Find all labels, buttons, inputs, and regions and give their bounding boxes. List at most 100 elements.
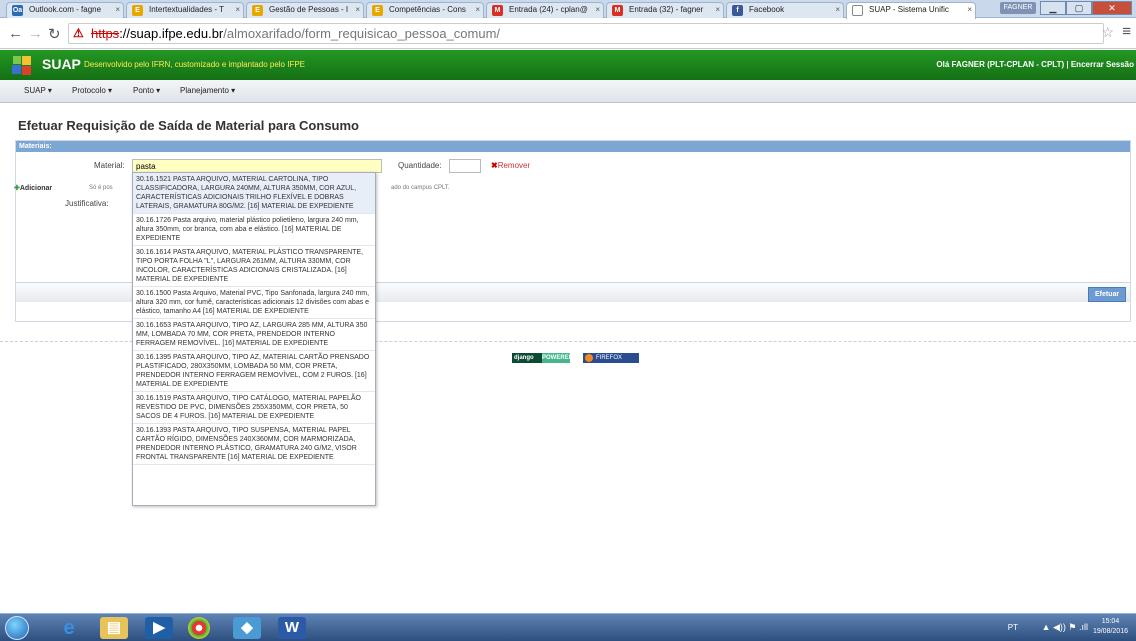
autocomplete-item[interactable]: 30.16.1395 PASTA ARQUIVO, TIPO AZ, MATER…	[133, 351, 375, 392]
app-tagline: Desenvolvido pelo IFRN, customizado e im…	[84, 60, 305, 69]
firefox-badge-text: FIREFOX	[596, 355, 623, 361]
tab-label: Facebook	[749, 5, 785, 14]
django-powered-badge[interactable]: django POWERED	[512, 353, 574, 363]
nav-item-protocolo[interactable]: Protocolo ▾	[72, 86, 112, 95]
add-hint-start: Só é pos	[89, 185, 113, 191]
tab-close-icon[interactable]: ×	[595, 3, 600, 17]
nav-item-ponto[interactable]: Ponto ▾	[133, 86, 160, 95]
url-host: ://suap.ifpe.edu.br	[119, 26, 224, 41]
nav-item-planejamento[interactable]: Planejamento ▾	[180, 86, 235, 95]
tray-icons[interactable]: ▲ ◀)) ⚑ .ıll	[1042, 622, 1088, 633]
suap-header: SUAP Desenvolvido pelo IFRN, customizado…	[0, 50, 1136, 80]
app-name[interactable]: SUAP	[42, 56, 81, 72]
url-path: /almoxarifado/form_requisicao_pessoa_com…	[223, 26, 501, 41]
tab-label: Entrada (32) - fagner	[629, 5, 704, 14]
tab-label: Intertextualidades - T	[149, 5, 225, 14]
django-badge-text: django	[514, 355, 534, 361]
browser-tab[interactable]: M Entrada (32) - fagner ×	[606, 2, 724, 18]
material-autocomplete-list: 30.16.1521 PASTA ARQUIVO, MATERIAL CARTO…	[132, 172, 376, 506]
chrome-icon[interactable]	[188, 617, 210, 639]
browser-tab[interactable]: E Intertextualidades - T ×	[126, 2, 244, 18]
firefox-icon	[585, 354, 593, 362]
material-label: Material:	[94, 161, 125, 170]
tab-close-icon[interactable]: ×	[715, 3, 720, 17]
autocomplete-item[interactable]: 30.16.1519 PASTA ARQUIVO, TIPO CATÁLOGO,…	[133, 392, 375, 424]
logout-link[interactable]: Encerrar Sessão	[1071, 60, 1134, 69]
tab-favicon-icon: E	[372, 5, 383, 16]
remove-x-icon: ✖	[491, 161, 498, 170]
forward-arrow-icon[interactable]: →	[28, 25, 43, 42]
tab-label: SUAP - Sistema Unific	[869, 5, 949, 14]
browser-tab[interactable]: f Facebook ×	[726, 2, 844, 18]
close-window-icon[interactable]: ✕	[1092, 1, 1132, 15]
browser-tab[interactable]: SUAP - Sistema Unific ×	[846, 2, 976, 19]
network-app-icon[interactable]: ◆	[233, 617, 261, 639]
tab-close-icon[interactable]: ×	[475, 3, 480, 17]
user-info: Olá FAGNER (PLT-CPLAN - CPLT) | Encerrar…	[936, 60, 1134, 69]
autocomplete-item[interactable]: 30.16.1393 PASTA ARQUIVO, TIPO SUSPENSA,…	[133, 424, 375, 465]
file-explorer-icon[interactable]: ▤	[100, 617, 128, 639]
tab-label: Gestão de Pessoas - I	[269, 5, 349, 14]
maximize-icon[interactable]: ▢	[1066, 1, 1092, 15]
browser-toolbar: ← → ↻ ⚠ https://suap.ifpe.edu.br/almoxar…	[0, 19, 1136, 49]
tab-label: Outlook.com - fagne	[29, 5, 102, 14]
browser-tab[interactable]: Oa Outlook.com - fagne ×	[6, 2, 124, 18]
autocomplete-item[interactable]: 30.16.1500 Pasta Arquivo, Material PVC, …	[133, 287, 375, 319]
insecure-lock-icon: ⚠	[73, 26, 84, 40]
browser-user-chip[interactable]: FAGNER	[1000, 2, 1036, 14]
nav-item-suap[interactable]: SUAP ▾	[24, 86, 52, 95]
quantity-label: Quantidade:	[398, 161, 442, 170]
remove-label: Remover	[497, 161, 531, 170]
add-hint-end: ado do campus CPLT.	[391, 185, 450, 191]
clock-date: 19/08/2016	[1092, 628, 1128, 635]
tab-close-icon[interactable]: ×	[835, 3, 840, 17]
autocomplete-item[interactable]: 30.16.1653 PASTA ARQUIVO, TIPO AZ, LARGU…	[133, 319, 375, 351]
address-bar[interactable]: ⚠ https://suap.ifpe.edu.br/almoxarifado/…	[68, 23, 1104, 44]
clock-time: 15:04	[1101, 618, 1120, 625]
tab-label: Competências - Cons	[389, 5, 466, 14]
material-input[interactable]	[132, 159, 382, 173]
url-scheme: https	[91, 26, 120, 41]
fieldset-legend: Materiais:	[16, 141, 1130, 152]
bookmark-star-icon[interactable]: ☆	[1101, 24, 1114, 41]
suap-logo-icon	[12, 56, 31, 75]
tab-favicon-icon: M	[612, 5, 623, 16]
tab-close-icon[interactable]: ×	[235, 3, 240, 17]
start-button-icon[interactable]	[5, 616, 29, 640]
header-separator: |	[1066, 60, 1069, 69]
browser-tab[interactable]: M Entrada (24) - cplan@ ×	[486, 2, 604, 18]
tab-close-icon[interactable]: ×	[355, 3, 360, 17]
word-icon[interactable]: W	[278, 617, 306, 639]
autocomplete-item[interactable]: 30.16.1614 PASTA ARQUIVO, MATERIAL PLÁST…	[133, 246, 375, 287]
browser-menu-icon[interactable]: ≡	[1122, 23, 1131, 40]
windows-taskbar: e ▤ ▶ ◆ W PT ▲ ◀)) ⚑ .ıll 15:04 19/08/20…	[0, 613, 1136, 641]
submit-button[interactable]: Efetuar	[1088, 287, 1126, 302]
autocomplete-item[interactable]: 30.16.1726 Pasta arquivo, material plást…	[133, 214, 375, 246]
remove-button[interactable]: ✖Remover	[491, 161, 530, 170]
minimize-icon[interactable]: ▁	[1040, 1, 1066, 15]
quantity-input[interactable]	[449, 159, 481, 173]
reload-icon[interactable]: ↻	[48, 25, 61, 43]
tab-favicon-icon: f	[732, 5, 743, 16]
autocomplete-item[interactable]: 30.16.1521 PASTA ARQUIVO, MATERIAL CARTO…	[133, 173, 375, 214]
media-player-icon[interactable]: ▶	[145, 617, 173, 639]
main-nav: SUAP ▾ Protocolo ▾ Ponto ▾ Planejamento …	[0, 80, 1136, 103]
tray-language[interactable]: PT	[1008, 623, 1018, 632]
user-greeting[interactable]: Olá FAGNER (PLT-CPLAN - CPLT)	[936, 60, 1064, 69]
tab-close-icon[interactable]: ×	[967, 3, 972, 17]
tab-close-icon[interactable]: ×	[115, 3, 120, 17]
tray-clock[interactable]: 15:04 19/08/2016	[1093, 617, 1128, 637]
add-button[interactable]: ✚Adicionar	[14, 184, 52, 192]
browser-tab[interactable]: E Competências - Cons ×	[366, 2, 484, 18]
add-label: Adicionar	[19, 185, 53, 192]
back-arrow-icon[interactable]: ←	[8, 25, 23, 42]
browser-tab[interactable]: E Gestão de Pessoas - I ×	[246, 2, 364, 18]
tab-favicon-icon: E	[252, 5, 263, 16]
tab-favicon-icon: M	[492, 5, 503, 16]
tab-favicon-icon: Oa	[12, 5, 23, 16]
justification-label: Justificativa:	[65, 199, 109, 208]
internet-explorer-icon[interactable]: e	[55, 617, 83, 639]
firefox-badge[interactable]: FIREFOX	[583, 353, 639, 363]
tab-label: Entrada (24) - cplan@	[509, 5, 588, 14]
django-powered-text: POWERED	[542, 353, 574, 363]
